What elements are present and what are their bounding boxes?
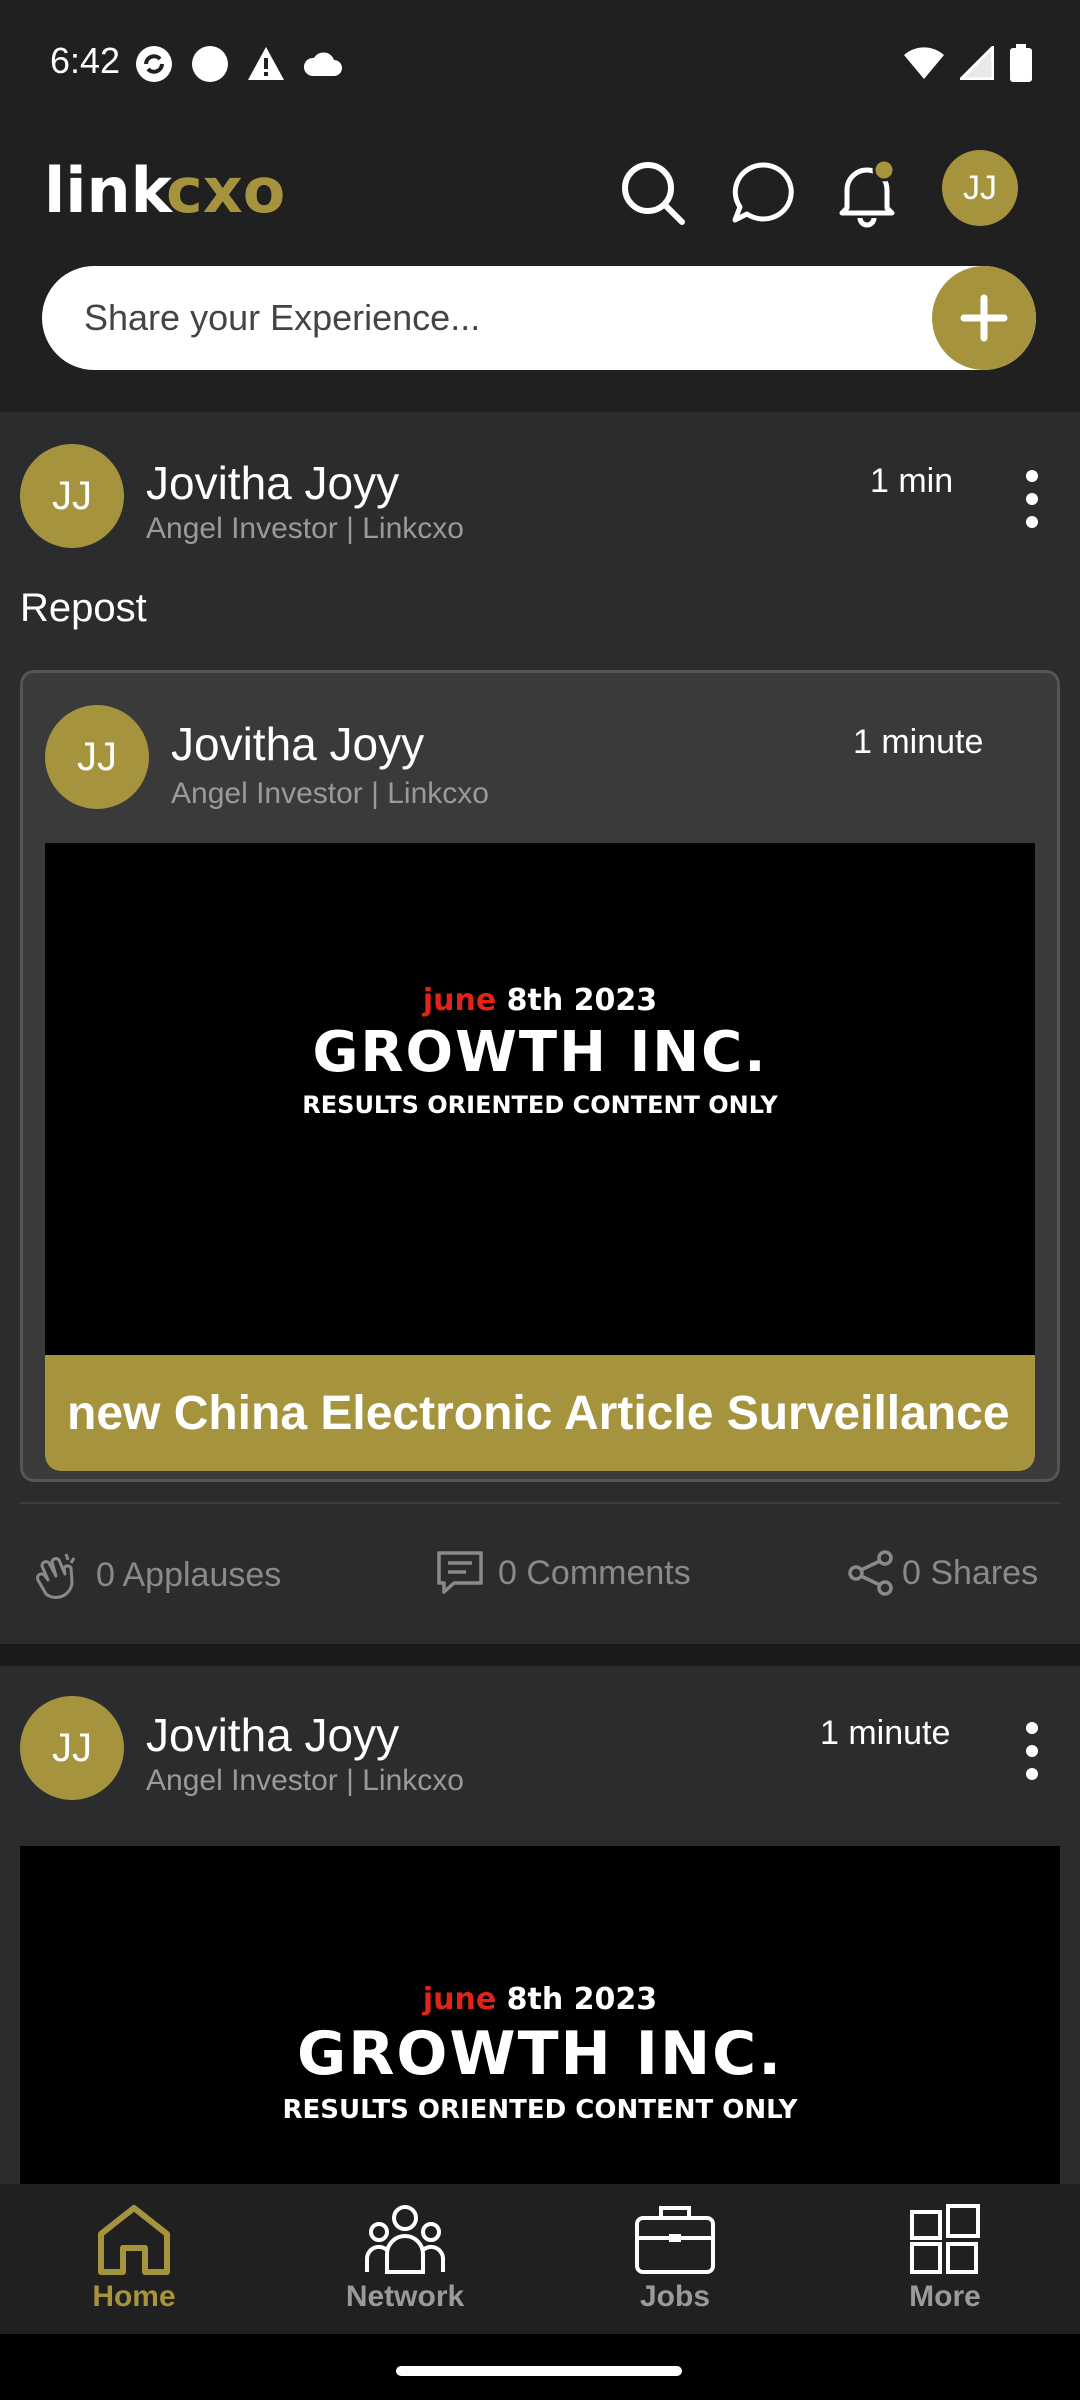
banner-tagline: RESULTS ORIENTED CONTENT ONLY: [302, 1091, 778, 1119]
post-author-title: Angel Investor | Linkcxo: [146, 512, 464, 545]
messages-button[interactable]: [718, 148, 808, 238]
status-bar: 6:42: [0, 0, 1080, 128]
post-author-name[interactable]: Jovitha Joyy: [146, 456, 399, 510]
network-icon: [365, 2205, 445, 2274]
post-menu-button[interactable]: [1010, 464, 1054, 534]
post-author-avatar[interactable]: JJ: [20, 444, 124, 548]
nav-more[interactable]: More: [845, 2202, 1045, 2314]
logo-text-link: link: [44, 154, 174, 227]
article-banner-image[interactable]: june 8th 2023 GROWTH INC. RESULTS ORIENT…: [45, 843, 1035, 1355]
banner-title: GROWTH INC.: [312, 1020, 768, 1085]
post-author-title: Angel Investor | Linkcxo: [146, 1764, 464, 1797]
banner-title: GROWTH INC.: [296, 2019, 784, 2089]
search-icon: [622, 162, 685, 225]
wifi-icon: [904, 47, 944, 79]
post-banner-image[interactable]: june 8th 2023 GROWTH INC. RESULTS ORIENT…: [20, 1846, 1060, 2184]
repost-label: Repost: [20, 586, 147, 630]
post-author-name[interactable]: Jovitha Joyy: [146, 1708, 399, 1762]
linkcxo-logo: link cxo: [44, 152, 334, 232]
shares-button[interactable]: 0 Shares: [848, 1550, 1038, 1596]
home-icon: [98, 2205, 170, 2275]
original-post-time: 1 minute: [853, 723, 984, 761]
comments-button[interactable]: 0 Comments: [436, 1550, 691, 1596]
post-time: 1 min: [870, 462, 954, 500]
warning-icon: [248, 47, 284, 80]
dot-icon: [1026, 470, 1038, 482]
post-time: 1 minute: [820, 1714, 951, 1752]
banner-date: june 8th 2023: [20, 1982, 1060, 2017]
clap-icon: [36, 1553, 76, 1599]
share-experience-input[interactable]: [84, 266, 944, 370]
circle-notification-icon: [192, 46, 228, 82]
comment-icon: [437, 1551, 483, 1594]
signal-icon: [960, 46, 994, 80]
nav-home[interactable]: Home: [34, 2202, 234, 2314]
bottom-navigation: Home Network Jobs More: [0, 2184, 1080, 2334]
banner-tagline: RESULTS ORIENTED CONTENT ONLY: [282, 2095, 798, 2125]
banner-text-group: june 8th 2023 GROWTH INC. RESULTS ORIENT…: [20, 1982, 1060, 2125]
post-menu-button[interactable]: [1010, 1716, 1054, 1786]
original-author-title: Angel Investor | Linkcxo: [171, 777, 489, 810]
sync-icon: [136, 46, 172, 82]
battery-icon: [1010, 44, 1032, 82]
cloud-icon: [303, 52, 342, 76]
applause-button[interactable]: 0 Applauses: [32, 1550, 281, 1600]
banner-text-group: june 8th 2023 GROWTH INC. RESULTS ORIENT…: [45, 983, 1035, 1119]
nav-network-label: Network: [345, 2280, 465, 2313]
banner-date-rest: 8th 2023: [506, 1982, 658, 2017]
shares-count: 0 Shares: [902, 1553, 1039, 1592]
article-title: new China Electronic Article Surveillanc…: [67, 1386, 1010, 1440]
banner-date-rest: 8th 2023: [506, 983, 658, 1018]
article-title-bar[interactable]: new China Electronic Article Surveillanc…: [45, 1355, 1035, 1471]
plus-icon: [960, 294, 1008, 342]
applause-count: 0 Applauses: [96, 1555, 282, 1594]
dot-icon: [1026, 1768, 1038, 1780]
add-post-button[interactable]: [932, 266, 1036, 370]
feed[interactable]: JJ Jovitha Joyy Angel Investor | Linkcxo…: [0, 412, 1080, 2184]
nav-more-label: More: [909, 2280, 981, 2313]
notifications-button[interactable]: [822, 148, 912, 238]
banner-date: june 8th 2023: [45, 983, 1035, 1018]
gesture-navigation-area: [0, 2334, 1080, 2400]
dot-icon: [1026, 1745, 1038, 1757]
nav-network[interactable]: Network: [305, 2202, 505, 2314]
nav-home-label: Home: [92, 2280, 176, 2313]
home-gesture-bar[interactable]: [396, 2366, 682, 2376]
search-button[interactable]: [608, 148, 698, 238]
share-icon: [848, 1550, 893, 1596]
status-time: 6:42: [50, 40, 121, 81]
dot-icon: [1026, 493, 1038, 505]
comments-count: 0 Comments: [498, 1553, 691, 1592]
logo-text-cxo: cxo: [166, 154, 285, 227]
dot-icon: [1026, 1722, 1038, 1734]
dot-icon: [1026, 516, 1038, 528]
banner-date-month: june: [422, 1982, 497, 2017]
app-header: link cxo JJ: [0, 128, 1080, 412]
post-author-avatar[interactable]: JJ: [20, 1696, 124, 1800]
profile-avatar[interactable]: JJ: [942, 150, 1018, 226]
bell-icon: [839, 158, 896, 228]
post-actions: 0 Applauses 0 Comments 0 Shares: [0, 1542, 1080, 1602]
briefcase-icon: [635, 2206, 715, 2274]
nav-jobs[interactable]: Jobs: [575, 2202, 775, 2314]
reposted-card[interactable]: JJ Jovitha Joyy Angel Investor | Linkcxo…: [20, 670, 1060, 1482]
feed-post: JJ Jovitha Joyy Angel Investor | Linkcxo…: [0, 412, 1080, 1644]
feed-post: JJ Jovitha Joyy Angel Investor | Linkcxo…: [0, 1666, 1080, 2184]
chat-bubble-icon: [732, 162, 794, 223]
original-author-avatar[interactable]: JJ: [45, 705, 149, 809]
status-system-icons: [904, 44, 1032, 82]
post-divider: [20, 1502, 1060, 1504]
original-author-name[interactable]: Jovitha Joyy: [171, 717, 424, 771]
banner-date-month: june: [422, 983, 497, 1018]
status-notification-icons: [134, 44, 344, 84]
nav-jobs-label: Jobs: [639, 2280, 711, 2313]
grid-icon: [910, 2204, 980, 2274]
share-composer: [42, 266, 1036, 370]
